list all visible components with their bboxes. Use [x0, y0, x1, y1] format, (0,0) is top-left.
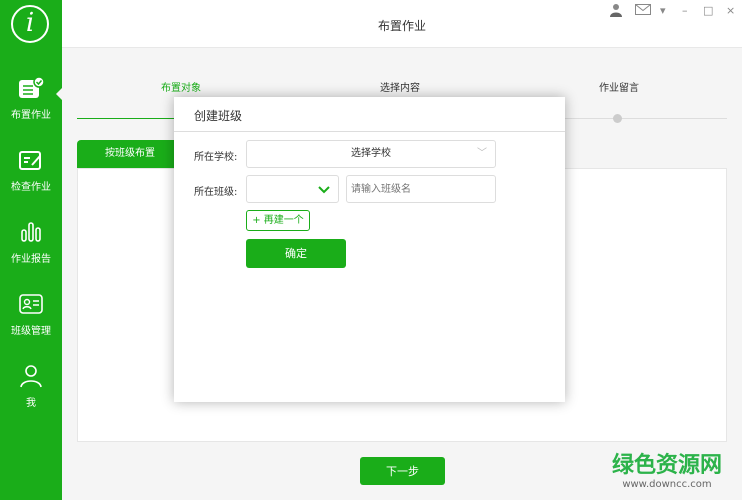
sidebar-item-class[interactable]: 班级管理	[0, 292, 62, 352]
grade-select[interactable]	[246, 175, 339, 203]
sidebar: i 布置作业 检查作业 作业报告 班级管理 我	[0, 0, 62, 500]
sidebar-item-label: 检查作业	[11, 182, 51, 193]
close-button[interactable]: ×	[726, 4, 735, 17]
watermark: 绿色资源网 www.downcc.com	[611, 453, 722, 490]
school-label: 所在学校:	[194, 152, 238, 163]
minimize-button[interactable]: –	[682, 4, 688, 17]
step-content: 选择内容	[380, 83, 420, 94]
tab-by-class[interactable]: 按班级布置	[77, 140, 183, 168]
sidebar-item-check[interactable]: 检查作业	[0, 148, 62, 208]
user-icon	[20, 365, 42, 388]
assign-icon	[19, 76, 44, 98]
step-message: 作业留言	[599, 83, 639, 94]
sidebar-item-label: 布置作业	[11, 110, 51, 121]
app-logo: i	[11, 5, 49, 43]
class-name-input[interactable]	[346, 175, 496, 203]
sidebar-item-report[interactable]: 作业报告	[0, 220, 62, 280]
sidebar-item-label: 我	[26, 398, 36, 409]
sidebar-item-assign[interactable]: 布置作业	[0, 76, 62, 136]
report-icon	[21, 222, 41, 242]
create-class-dialog: 创建班级 所在学校: 选择学校 ﹀ 所在班级: + 再建一个 确定	[174, 97, 565, 402]
chevron-down-icon: ﹀	[477, 148, 487, 159]
maximize-button[interactable]: □	[703, 4, 713, 17]
divider	[174, 131, 565, 132]
chevron-down-icon	[318, 186, 330, 194]
school-select-value: 选择学校	[351, 148, 391, 159]
next-step-button[interactable]: 下一步	[360, 457, 445, 485]
dialog-title: 创建班级	[194, 109, 243, 123]
menu-dropdown-icon[interactable]: ▾	[660, 4, 666, 17]
check-icon	[19, 151, 41, 170]
class-icon	[19, 294, 43, 314]
sidebar-item-label: 作业报告	[11, 254, 51, 265]
sidebar-item-label: 班级管理	[11, 326, 51, 337]
add-another-button[interactable]: + 再建一个	[246, 210, 310, 231]
step-dot	[613, 114, 622, 123]
user-account-icon[interactable]	[609, 3, 623, 17]
class-label: 所在班级:	[194, 187, 238, 198]
page-title: 布置作业	[377, 19, 426, 33]
sidebar-item-me[interactable]: 我	[0, 364, 62, 424]
school-select[interactable]: 选择学校 ﹀	[246, 140, 496, 168]
mail-icon[interactable]	[635, 4, 651, 15]
header: 布置作业 ▾ – □ ×	[62, 0, 742, 48]
confirm-button[interactable]: 确定	[246, 239, 346, 268]
step-target: 布置对象	[161, 83, 201, 94]
